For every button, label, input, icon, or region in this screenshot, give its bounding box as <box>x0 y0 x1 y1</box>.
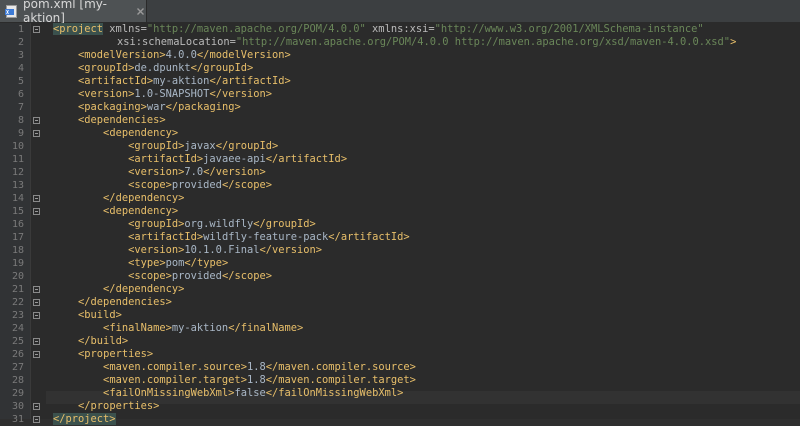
code-line-30: </properties> <box>78 400 160 412</box>
line-number: 30 <box>11 401 24 412</box>
fold-toggle-icon[interactable] <box>33 312 40 319</box>
line-number: 15 <box>11 206 24 217</box>
line-number: 3 <box>17 50 24 61</box>
line-number: 19 <box>11 258 24 269</box>
code-line-16: <groupId>org.wildfly</groupId> <box>128 218 316 230</box>
code-line-7: <packaging>war</packaging> <box>78 101 241 113</box>
line-number: 8 <box>17 115 24 126</box>
line-number: 26 <box>11 349 24 360</box>
code-line-26: <properties> <box>78 348 154 360</box>
xml-file-icon <box>5 4 18 18</box>
code-line-22: </dependencies> <box>78 296 172 308</box>
code-line-2: xsi:schemaLocation="http://maven.apache.… <box>117 36 737 48</box>
fold-toggle-icon[interactable] <box>33 351 40 358</box>
line-number: 25 <box>11 336 24 347</box>
line-number: 4 <box>17 63 24 74</box>
fold-toggle-icon[interactable] <box>33 299 40 306</box>
code-line-28: <maven.compiler.target>1.8</maven.compil… <box>103 374 416 386</box>
fold-gutter <box>30 23 47 419</box>
project-close-tag: </project> <box>53 413 116 425</box>
tab-title: pom.xml [my-aktion] <box>23 0 107 25</box>
line-number: 1 <box>17 24 24 35</box>
project-open-tag: <project <box>53 23 104 35</box>
code-line-5: <artifactId>my-aktion</artifactId> <box>78 75 291 87</box>
fold-toggle-icon[interactable] <box>33 208 40 215</box>
code-line-19: <type>pom</type> <box>128 257 229 269</box>
line-number: 29 <box>11 388 24 399</box>
line-number: 5 <box>17 76 24 87</box>
code-line-29: <failOnMissingWebXml>false</failOnMissin… <box>103 387 404 399</box>
code-line-17: <artifactId>wildfly-feature-pack</artifa… <box>128 231 410 243</box>
code-line-25: </build> <box>78 335 129 347</box>
fold-toggle-icon[interactable] <box>33 286 40 293</box>
code-line-1: <project xmlns="http://maven.apache.org/… <box>53 23 704 35</box>
line-number: 17 <box>11 232 24 243</box>
fold-toggle-icon[interactable] <box>33 195 40 202</box>
line-number: 6 <box>17 89 24 100</box>
code-line-31: </project> <box>53 413 116 426</box>
code-editor[interactable]: <project xmlns="http://maven.apache.org/… <box>0 23 800 425</box>
line-number: 31 <box>11 414 24 425</box>
fold-toggle-icon[interactable] <box>33 416 40 423</box>
code-line-14: </dependency> <box>103 192 185 204</box>
fold-toggle-icon[interactable] <box>33 338 40 345</box>
line-number: 20 <box>11 271 24 282</box>
fold-toggle-icon[interactable] <box>33 403 40 410</box>
line-number: 22 <box>11 297 24 308</box>
line-number: 2 <box>17 37 24 48</box>
code-line-3: <modelVersion>4.0.0</modelVersion> <box>78 49 291 61</box>
line-number: 28 <box>11 375 24 386</box>
code-line-23: <build> <box>78 309 122 321</box>
line-number: 14 <box>11 193 24 204</box>
tab-pom-xml[interactable]: pom.xml [my-aktion] <box>0 0 147 25</box>
code-line-8: <dependencies> <box>78 114 166 126</box>
line-number: 21 <box>11 284 24 295</box>
line-number: 27 <box>11 362 24 373</box>
line-number: 9 <box>17 128 24 139</box>
fold-toggle-icon[interactable] <box>33 130 40 137</box>
code-line-20: <scope>provided</scope> <box>128 270 272 282</box>
fold-toggle-icon[interactable] <box>33 117 40 124</box>
code-line-9: <dependency> <box>103 127 179 139</box>
line-number: 18 <box>11 245 24 256</box>
code-line-6: <version>1.0-SNAPSHOT</version> <box>78 88 273 100</box>
line-number: 13 <box>11 180 24 191</box>
close-icon[interactable] <box>135 6 146 17</box>
code-line-11: <artifactId>javaee-api</artifactId> <box>128 153 348 165</box>
code-line-15: <dependency> <box>103 205 179 217</box>
code-line-13: <scope>provided</scope> <box>128 179 272 191</box>
line-number: 11 <box>11 154 24 165</box>
code-line-21: </dependency> <box>103 283 185 295</box>
code-line-18: <version>10.1.0.Final</version> <box>128 244 323 256</box>
code-line-24: <finalName>my-aktion</finalName> <box>103 322 304 334</box>
line-number: 12 <box>11 167 24 178</box>
fold-toggle-icon[interactable] <box>33 26 40 33</box>
line-number: 23 <box>11 310 24 321</box>
code-line-27: <maven.compiler.source>1.8</maven.compil… <box>103 361 416 373</box>
code-line-12: <version>7.0</version> <box>128 166 266 178</box>
line-number: 16 <box>11 219 24 230</box>
code-line-4: <groupId>de.dpunkt</groupId> <box>78 62 254 74</box>
line-number: 10 <box>11 141 24 152</box>
line-number: 7 <box>17 102 24 113</box>
editor-tab-bar: pom.xml [my-aktion] <box>0 0 800 25</box>
line-number: 24 <box>11 323 24 334</box>
code-line-10: <groupId>javax</groupId> <box>128 140 279 152</box>
